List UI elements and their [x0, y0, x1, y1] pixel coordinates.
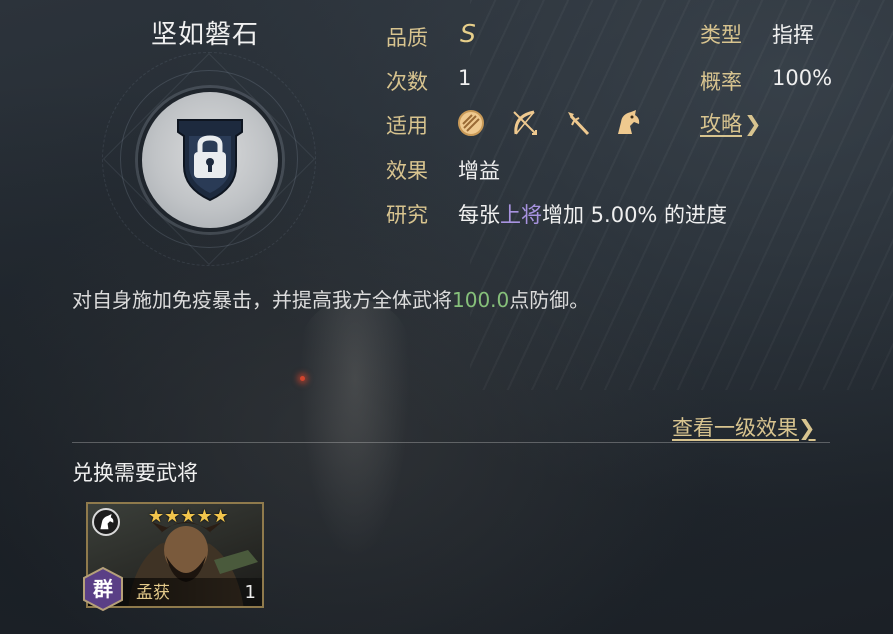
rate-label: 概率	[700, 70, 742, 94]
hero-name: 孟获	[136, 583, 170, 603]
description-suffix: 点防御。	[509, 288, 590, 312]
guide-link-label: 攻略	[700, 112, 742, 136]
skill-description: 对自身施加免疫暴击，并提高我方全体武将100.0点防御。	[72, 284, 589, 313]
description-prefix: 对自身施加免疫暴击，并提高我方全体武将	[72, 288, 452, 312]
cavalry-glyph	[100, 514, 114, 530]
skill-name: 坚如磐石	[150, 20, 259, 50]
effect-value: 增益	[458, 159, 500, 183]
type-value: 指挥	[772, 23, 814, 47]
count-value: 1	[458, 66, 472, 90]
section-divider	[72, 442, 830, 443]
count-label: 次数	[386, 70, 428, 94]
research-label: 研究	[386, 203, 428, 227]
quality-label: 品质	[386, 26, 428, 50]
chevron-right-icon: ❯	[744, 112, 762, 136]
locked-shield-icon	[177, 119, 243, 202]
background-figure	[300, 300, 410, 560]
rate-value: 100%	[772, 66, 833, 90]
view-level1-link[interactable]: 查看一级效果❯	[672, 412, 816, 442]
quality-grade: S	[460, 19, 476, 48]
research-prefix: 每张	[458, 203, 500, 227]
background-architecture	[470, 0, 893, 390]
description-value: 100.0	[452, 288, 510, 312]
apply-label: 适用	[386, 114, 428, 138]
view-level1-label: 查看一级效果	[672, 416, 798, 440]
exchange-section-title: 兑换需要武将	[72, 461, 198, 485]
effect-label: 效果	[386, 159, 428, 183]
bow-icon	[513, 110, 537, 135]
cavalry-icon	[92, 508, 120, 536]
cavalry-icon	[618, 110, 640, 134]
shield-icon	[458, 110, 484, 136]
spear-icon	[568, 112, 590, 136]
background-ember	[300, 376, 305, 381]
research-value: 每张上将增加 5.00% 的进度	[458, 199, 727, 229]
research-highlight: 上将	[500, 203, 542, 227]
research-suffix: 增加 5.00% 的进度	[542, 203, 728, 227]
skill-emblem	[60, 40, 350, 272]
skill-icon	[138, 88, 282, 232]
faction-label: 群	[93, 577, 113, 601]
faction-badge: 群	[80, 566, 126, 612]
type-label: 类型	[700, 23, 742, 47]
hero-star-rating: ★★★★★	[148, 506, 229, 527]
chevron-right-icon: ❯	[798, 416, 816, 440]
hero-count: 1	[244, 582, 256, 603]
guide-link[interactable]: 攻略❯	[700, 108, 762, 138]
